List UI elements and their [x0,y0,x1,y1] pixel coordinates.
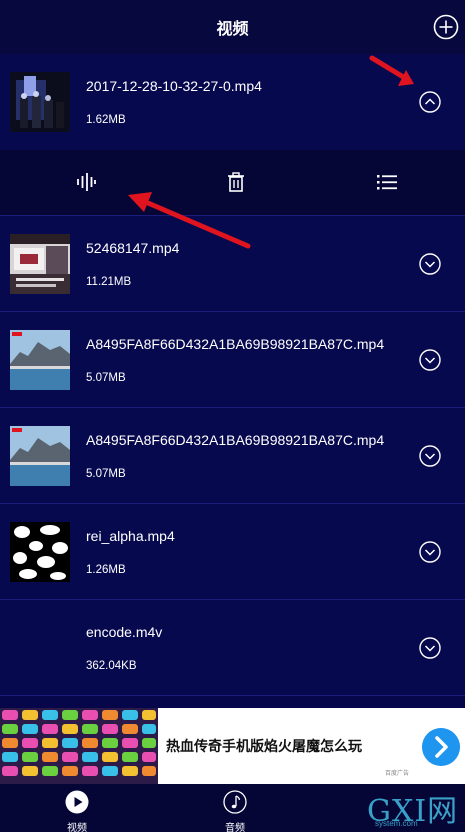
file-size: 362.04KB [86,660,137,672]
video-thumbnail [10,522,70,582]
file-name: rei_alpha.mp4 [86,528,175,544]
video-thumbnail [10,234,70,294]
file-size: 1.26MB [86,564,126,576]
list-item[interactable]: encode.m4v 362.04KB [0,600,465,696]
list-item[interactable]: A8495FA8F66D432A1BA69B98921BA87C.mp4 5.0… [0,408,465,504]
music-note-icon [223,790,247,814]
video-list: 2017-12-28-10-32-27-0.mp4 1.62MB 5246814… [0,54,465,696]
chevron-down-icon[interactable] [419,445,441,467]
page-title: 视频 [216,21,249,38]
ad-source-label: 百度广告 [385,771,410,777]
ad-game-image [0,708,158,784]
list-item[interactable]: 52468147.mp4 11.21MB [0,216,465,312]
ad-title[interactable]: 热血传奇手机版焰火屠魔怎么玩 [166,736,362,756]
file-name: 2017-12-28-10-32-27-0.mp4 [86,78,262,94]
file-name: 52468147.mp4 [86,240,180,256]
file-name: A8495FA8F66D432A1BA69B98921BA87C.mp4 [86,336,385,352]
add-icon[interactable] [433,14,459,40]
video-thumbnail [10,72,70,132]
play-icon [65,790,89,814]
tab-video-label: 视频 [67,823,87,832]
tab-audio[interactable]: 音频 [195,784,275,832]
trash-icon[interactable] [225,171,247,193]
tab-video[interactable]: 视频 [37,784,117,832]
video-thumbnail [10,330,70,390]
chevron-down-icon[interactable] [419,349,441,371]
chevron-up-icon[interactable] [419,91,441,113]
tab-audio-label: 音频 [225,823,245,832]
arrow-right-icon[interactable] [422,728,460,766]
file-size: 1.62MB [86,114,126,126]
list-item[interactable]: A8495FA8F66D432A1BA69B98921BA87C.mp4 5.0… [0,312,465,408]
list-item[interactable]: rei_alpha.mp4 1.26MB [0,504,465,600]
file-size: 5.07MB [86,468,126,480]
chevron-down-icon[interactable] [419,637,441,659]
app-header: 视频 [0,0,465,54]
audio-wave-icon[interactable] [75,171,97,193]
watermark-domain: system.com [375,819,418,828]
file-name: A8495FA8F66D432A1BA69B98921BA87C.mp4 [86,432,385,448]
chevron-down-icon[interactable] [419,253,441,275]
video-thumbnail [10,426,70,486]
file-size: 11.21MB [86,276,132,288]
file-name: encode.m4v [86,624,163,640]
list-item[interactable]: 2017-12-28-10-32-27-0.mp4 1.62MB [0,54,465,150]
ad-banner[interactable]: 热血传奇手机版焰火屠魔怎么玩 百度广告 [0,708,465,784]
chevron-down-icon[interactable] [419,541,441,563]
list-icon[interactable] [376,171,398,193]
item-action-bar [0,150,465,216]
watermark: GXI网 system.com [365,786,465,832]
file-size: 5.07MB [86,372,126,384]
